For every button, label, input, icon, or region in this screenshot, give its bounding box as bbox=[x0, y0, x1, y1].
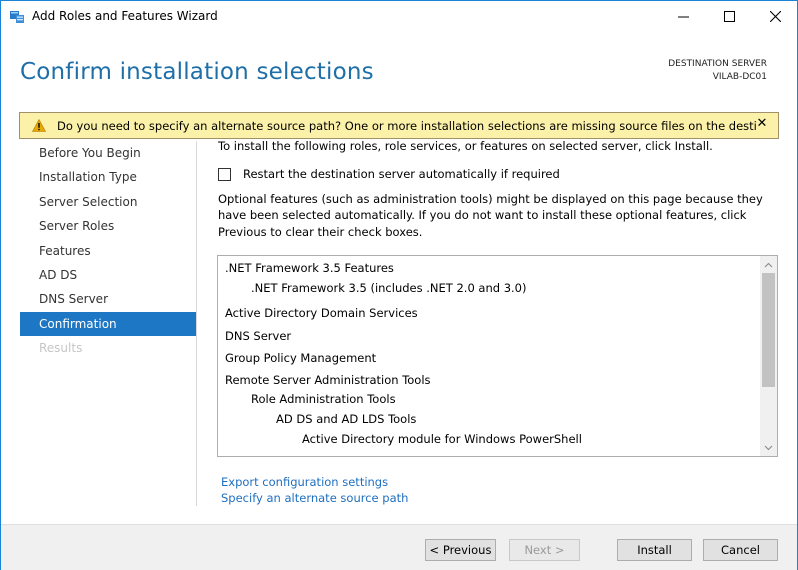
nav-item-features[interactable]: Features bbox=[20, 239, 196, 263]
list-item: .NET Framework 3.5 (includes .NET 2.0 an… bbox=[251, 281, 527, 295]
scroll-down-icon[interactable] bbox=[760, 439, 777, 456]
selections-list[interactable]: .NET Framework 3.5 Features .NET Framewo… bbox=[217, 255, 778, 457]
maximize-button[interactable] bbox=[706, 1, 752, 32]
minimize-button[interactable] bbox=[660, 1, 706, 32]
nav-item-installation-type[interactable]: Installation Type bbox=[20, 165, 196, 189]
restart-checkbox[interactable] bbox=[218, 168, 231, 181]
list-item: Group Policy Management bbox=[225, 351, 377, 365]
export-configuration-link[interactable]: Export configuration settings bbox=[221, 475, 388, 489]
title-bar: Add Roles and Features Wizard bbox=[1, 1, 797, 32]
list-item: Role Administration Tools bbox=[251, 392, 396, 406]
cancel-button[interactable]: Cancel bbox=[703, 539, 778, 561]
nav-item-server-roles[interactable]: Server Roles bbox=[20, 214, 196, 238]
destination-server-label: DESTINATION SERVER bbox=[668, 59, 767, 69]
install-button[interactable]: Install bbox=[617, 539, 692, 561]
maximize-icon bbox=[723, 11, 735, 22]
close-icon bbox=[769, 11, 781, 22]
list-item: DNS Server bbox=[225, 329, 292, 343]
nav-item-ad-ds[interactable]: AD DS bbox=[20, 263, 196, 287]
scroll-thumb[interactable] bbox=[762, 273, 775, 387]
nav-item-server-selection[interactable]: Server Selection bbox=[20, 190, 196, 214]
warning-bar: Do you need to specify an alternate sour… bbox=[19, 112, 779, 139]
warning-text: Do you need to specify an alternate sour… bbox=[57, 119, 757, 133]
minimize-icon bbox=[677, 16, 689, 18]
intro-text: To install the following roles, role ser… bbox=[218, 139, 713, 153]
previous-button[interactable]: < Previous bbox=[425, 539, 496, 561]
destination-server-name: VILAB-DC01 bbox=[712, 72, 767, 82]
alternate-source-path-link[interactable]: Specify an alternate source path bbox=[221, 491, 408, 505]
list-item: AD DS and AD LDS Tools bbox=[276, 412, 417, 426]
wizard-footer: < Previous Next > Install Cancel bbox=[1, 524, 797, 570]
dismiss-warning-icon[interactable]: ✕ bbox=[755, 116, 769, 131]
restart-checkbox-label[interactable]: Restart the destination server automatic… bbox=[243, 167, 560, 181]
nav-divider bbox=[196, 141, 197, 506]
nav-item-before-you-begin[interactable]: Before You Begin bbox=[20, 141, 196, 165]
page-title: Confirm installation selections bbox=[20, 59, 374, 85]
list-scrollbar[interactable] bbox=[760, 256, 777, 456]
nav-item-confirmation[interactable]: Confirmation bbox=[20, 311, 196, 337]
list-item: Active Directory Domain Services bbox=[225, 306, 418, 320]
close-button[interactable] bbox=[752, 1, 798, 32]
scroll-up-icon[interactable] bbox=[760, 256, 777, 273]
nav-item-dns-server[interactable]: DNS Server bbox=[20, 287, 196, 311]
list-item: Active Directory module for Windows Powe… bbox=[302, 432, 582, 446]
next-button[interactable]: Next > bbox=[509, 539, 580, 561]
warning-icon bbox=[31, 118, 47, 132]
nav-item-results: Results bbox=[39, 341, 83, 356]
optional-features-note: Optional features (such as administratio… bbox=[218, 192, 763, 239]
list-item: Remote Server Administration Tools bbox=[225, 373, 431, 387]
list-item: .NET Framework 3.5 Features bbox=[225, 261, 394, 275]
wizard-window: Add Roles and Features Wizard Confirm in… bbox=[0, 0, 798, 570]
server-manager-icon bbox=[9, 9, 25, 24]
wizard-nav: Before You Begin Installation Type Serve… bbox=[20, 141, 196, 361]
window-title: Add Roles and Features Wizard bbox=[32, 9, 218, 23]
